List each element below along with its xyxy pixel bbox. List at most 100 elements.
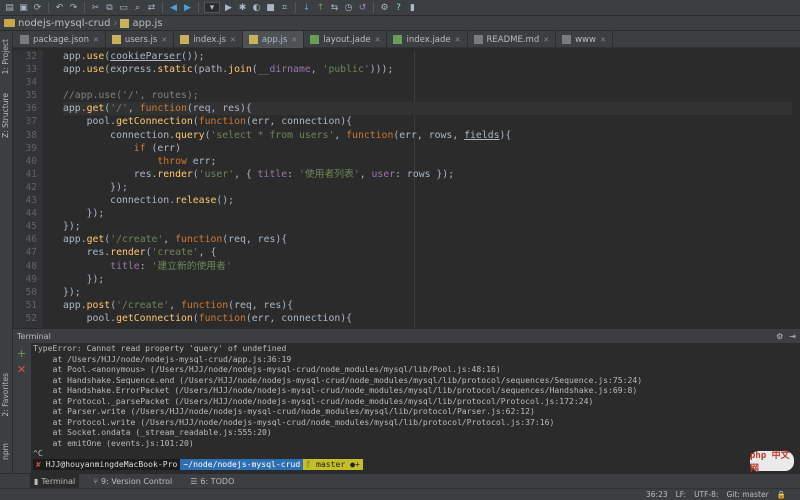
close-icon[interactable]: ✕ (600, 36, 606, 44)
breadcrumb-separator: › (113, 17, 118, 29)
terminal-output[interactable]: TypeError: Cannot read property 'query' … (31, 343, 800, 474)
stop-icon[interactable]: ■ (265, 2, 276, 13)
code-editor[interactable]: app.use(cookieParser()); app.use(express… (43, 50, 800, 328)
code-line: app.use(express.static(path.join(__dirna… (63, 64, 394, 76)
breadcrumb-file-label: app.js (132, 17, 163, 29)
back-icon[interactable]: ◀ (168, 2, 179, 13)
vcs-history-icon[interactable]: ◷ (343, 2, 354, 13)
tab-layout-jade[interactable]: layout.jade ✕ (304, 31, 388, 48)
gear-icon[interactable]: ⚙ (776, 332, 783, 341)
close-icon[interactable]: ✕ (230, 36, 236, 44)
tab-todo[interactable]: ☰ 6: TODO (186, 474, 238, 489)
line-number: 52 (25, 312, 37, 324)
tab-index-js[interactable]: index.js ✕ (174, 31, 243, 48)
prompt-branch: ᚴ master ●+ (303, 458, 363, 470)
line-number-gutter: 32 33 34 35 36 37 38 39 40 41 42 43 44 4… (13, 50, 43, 328)
close-icon[interactable]: ✕ (93, 36, 99, 44)
vcs-compare-icon[interactable]: ⇆ (329, 2, 340, 13)
favorites-tool-tab[interactable]: 2: Favorites (1, 373, 10, 417)
toolbar-separator (48, 2, 49, 13)
tab-version-control[interactable]: ⑂ 9: Version Control (89, 474, 176, 489)
terminal-tool-icon[interactable]: ▮ (407, 2, 418, 13)
editor-scrollbar[interactable] (792, 50, 800, 328)
tab-www[interactable]: www ✕ (556, 31, 613, 48)
run-config-dropdown-icon[interactable]: ▾ (204, 2, 220, 13)
lock-icon[interactable]: 🔒 (777, 490, 786, 499)
code-line: if (err) (133, 142, 181, 154)
error-x-icon: ✘ (36, 458, 41, 469)
terminal-line: TypeError: Cannot read property 'query' … (33, 343, 287, 353)
terminal-title: Terminal (17, 331, 51, 341)
build-icon[interactable]: ⌗ (279, 2, 290, 13)
line-number: 51 (25, 299, 37, 311)
structure-tool-tab[interactable]: Z: Structure (1, 93, 10, 138)
hide-panel-icon[interactable]: ⇥ (789, 332, 796, 341)
open-folder-icon[interactable]: ▤ (4, 2, 15, 13)
save-icon[interactable]: ▣ (18, 2, 29, 13)
npm-tool-tab[interactable]: npm (1, 443, 10, 460)
project-tool-tab[interactable]: 1: Project (1, 39, 10, 74)
sync-icon[interactable]: ⟳ (32, 2, 43, 13)
breadcrumb-file[interactable]: app.js (120, 18, 162, 29)
line-number: 36 (25, 103, 37, 115)
help-icon[interactable]: ? (393, 2, 404, 13)
line-separator[interactable]: LF: (676, 490, 686, 499)
vcs-commit-icon[interactable]: ↑ (315, 2, 326, 13)
vcs-update-icon[interactable]: ↓ (301, 2, 312, 13)
settings-icon[interactable]: ⚙ (379, 2, 390, 13)
prompt-path: ~/node/nodejs-mysql-crud (180, 458, 304, 470)
cut-icon[interactable]: ✂ (90, 2, 101, 13)
paste-icon[interactable]: ▭ (118, 2, 129, 13)
git-branch[interactable]: Git: master (726, 490, 768, 499)
close-icon[interactable]: ✕ (455, 36, 461, 44)
file-encoding[interactable]: UTF-8: (694, 490, 718, 499)
redo-icon[interactable]: ↷ (68, 2, 79, 13)
toolbar-separator (373, 2, 374, 13)
close-icon[interactable]: ✕ (291, 36, 297, 44)
new-session-icon[interactable]: + (17, 347, 26, 360)
tab-label: users.js (124, 34, 158, 45)
tab-label: app.js (261, 34, 288, 45)
tab-label: www (575, 34, 596, 45)
tab-label: index.jade (406, 34, 451, 45)
tab-package-json[interactable]: package.json ✕ (14, 31, 106, 48)
tab-label: 6: TODO (200, 476, 235, 486)
tab-app-js[interactable]: app.js ✕ (242, 31, 305, 48)
tab-terminal[interactable]: ▮ Terminal (30, 473, 80, 489)
find-icon[interactable]: ⌕ (132, 2, 143, 13)
terminal-header: Terminal ⚙ ⇥ (13, 329, 800, 343)
line-number: 48 (25, 260, 37, 272)
close-session-icon[interactable]: ✕ (17, 363, 26, 376)
coverage-icon[interactable]: ◐ (251, 2, 262, 13)
close-icon[interactable]: ✕ (375, 36, 381, 44)
tab-users-js[interactable]: users.js ✕ (106, 31, 175, 48)
code-line: app.use(cookieParser()); (63, 51, 205, 62)
undo-icon[interactable]: ↶ (54, 2, 65, 13)
folder-icon (4, 19, 15, 27)
copy-icon[interactable]: ⧉ (104, 2, 115, 13)
replace-icon[interactable]: ⇄ (146, 2, 157, 13)
todo-icon: ☰ (190, 476, 198, 486)
tab-readme-md[interactable]: README.md ✕ (468, 31, 557, 48)
terminal-line: at Socket.ondata (_stream_readable.js:55… (33, 427, 272, 437)
toolbar-separator (198, 2, 199, 13)
code-line: }); (63, 181, 128, 193)
forward-icon[interactable]: ▶ (182, 2, 193, 13)
code-line: }); (63, 221, 81, 233)
main-toolbar: ▤ ▣ ⟳ ↶ ↷ ✂ ⧉ ▭ ⌕ ⇄ ◀ ▶ ▾ ▶ ✱ ◐ ■ ⌗ ↓ ↑ … (0, 0, 800, 16)
code-line: connection.query('select * from users', … (63, 129, 512, 141)
tab-index-jade[interactable]: index.jade ✕ (387, 31, 468, 48)
close-icon[interactable]: ✕ (161, 36, 167, 44)
vcs-revert-icon[interactable]: ↺ (357, 2, 368, 13)
prompt-user: ✘ HJJ@houyanmingdeMacBook-Pro (33, 458, 181, 470)
file-icon (562, 35, 572, 44)
debug-icon[interactable]: ✱ (237, 2, 248, 13)
caret-position[interactable]: 36:23 (646, 490, 668, 499)
breadcrumb-project[interactable]: nodejs-mysql-crud (4, 18, 110, 29)
close-icon[interactable]: ✕ (543, 36, 549, 44)
js-file-icon (180, 35, 190, 44)
bottom-tool-tabs: ▮ Terminal ⑂ 9: Version Control ☰ 6: TODO (0, 473, 800, 489)
line-number: 47 (25, 247, 37, 259)
prompt-branch-label: master ●+ (316, 458, 360, 469)
run-icon[interactable]: ▶ (223, 2, 234, 13)
